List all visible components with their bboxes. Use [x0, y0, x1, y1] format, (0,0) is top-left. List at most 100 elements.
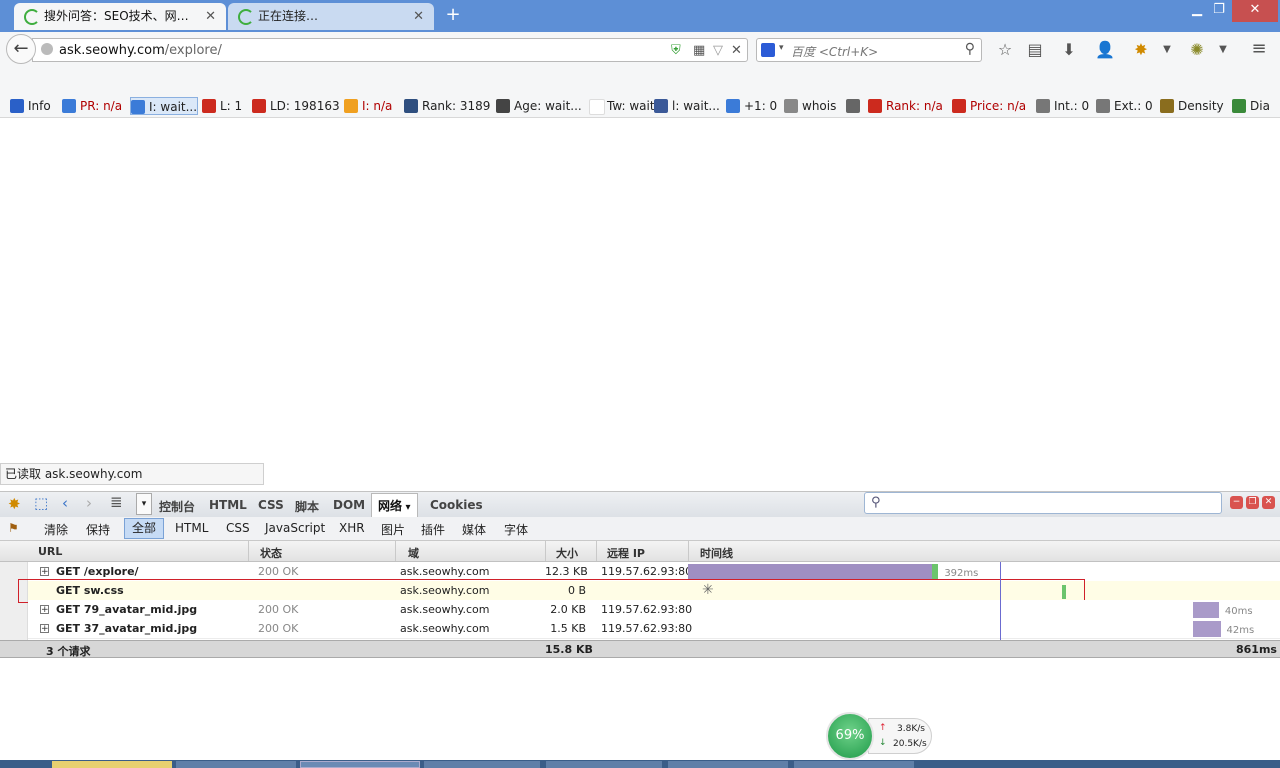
qr-code-icon[interactable]: ▦ — [693, 43, 705, 58]
net-filter-button[interactable]: 媒体 — [462, 521, 486, 538]
taskbar-item[interactable] — [546, 761, 662, 768]
dropdown-icon[interactable]: ▽ — [713, 43, 723, 58]
tab-connecting[interactable]: 正在连接… ✕ — [228, 3, 434, 30]
net-filter-button[interactable]: XHR — [339, 521, 365, 535]
download-icon[interactable]: ⬇ — [1058, 40, 1080, 59]
seo-item[interactable]: Age: wait... — [496, 97, 600, 115]
request-ip: 119.57.62.93:80 — [601, 622, 693, 635]
net-filter-button[interactable]: 全部 — [124, 518, 165, 539]
firebug-tab[interactable]: 控制台 — [159, 498, 195, 515]
net-filter-button[interactable]: 保持 — [86, 521, 110, 538]
seo-item-label: LD: 198163 — [270, 99, 340, 113]
timeline-bar[interactable] — [1193, 602, 1219, 618]
stop-icon[interactable]: ✕ — [731, 43, 742, 58]
request-domain: ask.seowhy.com — [400, 565, 490, 578]
column-status[interactable]: 状态 — [260, 545, 282, 561]
net-filter-button[interactable]: JavaScript — [265, 521, 325, 535]
menu-icon[interactable]: ≡ — [1248, 38, 1270, 59]
column-remote-ip[interactable]: 远程 IP — [607, 545, 645, 561]
column-domain[interactable]: 域 — [408, 545, 419, 561]
firebug-tab[interactable]: 脚本 — [295, 498, 319, 515]
firebug-search-input[interactable]: ⚲ — [864, 492, 1222, 514]
firebug-dropdown-icon[interactable]: ▼ — [1156, 44, 1178, 55]
taskbar-item[interactable] — [424, 761, 540, 768]
net-filter-button[interactable]: HTML — [175, 521, 208, 535]
taskbar-item[interactable] — [794, 761, 914, 768]
taskbar-item[interactable] — [52, 761, 172, 768]
firebug-detach-icon[interactable]: ❐ — [1246, 496, 1259, 509]
seo-item[interactable]: I: wait... — [130, 97, 198, 115]
seoquake-icon[interactable]: ✺ — [1186, 40, 1208, 59]
timeline-marker — [1000, 562, 1001, 640]
search-bar[interactable]: ▾ 百度 <Ctrl+K> ⚲ — [756, 38, 982, 62]
download-speed: 20.5K/s — [893, 739, 927, 749]
shield-icon[interactable]: ⛨ — [671, 43, 681, 58]
xhr-icon[interactable]: ⚑ — [8, 521, 19, 535]
firebug-close-icon[interactable]: ✕ — [1262, 496, 1275, 509]
seo-item[interactable]: Dia — [1232, 97, 1280, 115]
new-tab-button[interactable]: + — [442, 4, 464, 26]
bookmark-star-icon[interactable]: ☆ — [994, 40, 1016, 59]
panel-dropdown-icon[interactable]: ▾ — [136, 493, 152, 515]
firebug-logo-icon[interactable]: ✸ — [8, 495, 21, 513]
firebug-icon[interactable]: ✸ — [1130, 40, 1152, 59]
account-icon[interactable]: 👤 — [1094, 40, 1116, 59]
expand-icon[interactable]: + — [40, 567, 49, 577]
firebug-tab[interactable]: Cookies — [430, 498, 483, 512]
forward-arrow-icon[interactable]: › — [86, 494, 92, 512]
close-tab-icon[interactable]: ✕ — [413, 3, 424, 30]
seo-item-icon — [404, 99, 418, 113]
net-filter-button[interactable]: 插件 — [421, 521, 445, 538]
taskbar-item[interactable] — [668, 761, 788, 768]
tab-seowhy[interactable]: 搜外问答：SEO技术、网… ✕ — [14, 3, 226, 30]
column-timeline[interactable]: 时间线 — [700, 545, 733, 561]
loading-spinner-icon — [238, 9, 254, 25]
request-status: 200 OK — [258, 565, 299, 578]
chevron-down-icon: ▾ — [402, 502, 411, 513]
search-icon[interactable]: ⚲ — [965, 41, 975, 57]
seoquake-dropdown-icon[interactable]: ▼ — [1212, 44, 1234, 55]
net-filter-button[interactable]: 字体 — [504, 521, 528, 538]
seo-item-label: whois — [802, 99, 837, 113]
net-filter-button[interactable]: 清除 — [44, 521, 68, 538]
timeline-bar[interactable] — [1193, 621, 1221, 637]
restore-button[interactable]: ❐ — [1206, 0, 1232, 22]
engine-dropdown-icon[interactable]: ▾ — [779, 43, 784, 53]
firebug-tab[interactable]: HTML — [209, 498, 247, 512]
bookmarks-list-icon[interactable]: ▤ — [1024, 40, 1046, 59]
seo-item[interactable]: Rank: 3189 — [404, 97, 508, 115]
firebug-minimize-icon[interactable]: − — [1230, 496, 1243, 509]
back-arrow-icon[interactable]: ‹ — [62, 494, 68, 512]
inspect-icon[interactable]: ⬚ — [34, 494, 48, 512]
seo-item[interactable]: Rank: n/a — [868, 97, 964, 115]
seo-item[interactable] — [846, 97, 864, 115]
status-bubble: 已读取 ask.seowhy.com — [0, 463, 264, 485]
seo-item[interactable]: LD: 198163 — [252, 97, 356, 115]
column-size[interactable]: 大小 — [556, 545, 578, 561]
firebug-tab[interactable]: 网络 ▾ — [371, 493, 418, 518]
column-url[interactable]: URL — [38, 545, 62, 558]
seo-item-icon — [202, 99, 216, 113]
seo-item[interactable]: Price: n/a — [952, 97, 1048, 115]
firebug-tab[interactable]: CSS — [258, 498, 284, 512]
baidu-icon[interactable] — [761, 43, 775, 57]
firebug-tab[interactable]: DOM — [333, 498, 365, 512]
memory-gauge[interactable]: 69% — [826, 712, 874, 760]
taskbar-item[interactable] — [300, 761, 420, 768]
close-window-button[interactable]: ✕ — [1232, 0, 1278, 22]
expand-icon[interactable]: + — [40, 624, 49, 634]
panel-list-icon[interactable]: ≣ — [110, 493, 123, 511]
close-tab-icon[interactable]: ✕ — [205, 3, 216, 30]
timeline-bar[interactable] — [688, 564, 939, 580]
network-speed-widget[interactable]: ↑ 3.8K/s ↓ 20.5K/s — [868, 718, 932, 754]
expand-icon[interactable]: + — [40, 605, 49, 615]
taskbar-item[interactable] — [176, 761, 296, 768]
back-button[interactable]: ← — [6, 34, 36, 64]
net-filter-button[interactable]: CSS — [226, 521, 250, 535]
download-icon: ↓ — [879, 738, 887, 748]
url-bar[interactable]: ask.seowhy.com/explore/ ⛨ ▦ ▽ ✕ — [32, 38, 748, 62]
seo-item-label: Int.: 0 — [1054, 99, 1090, 113]
seo-item[interactable]: l: wait... — [654, 97, 736, 115]
seo-item-label: I: n/a — [362, 99, 393, 113]
net-filter-button[interactable]: 图片 — [381, 521, 405, 538]
